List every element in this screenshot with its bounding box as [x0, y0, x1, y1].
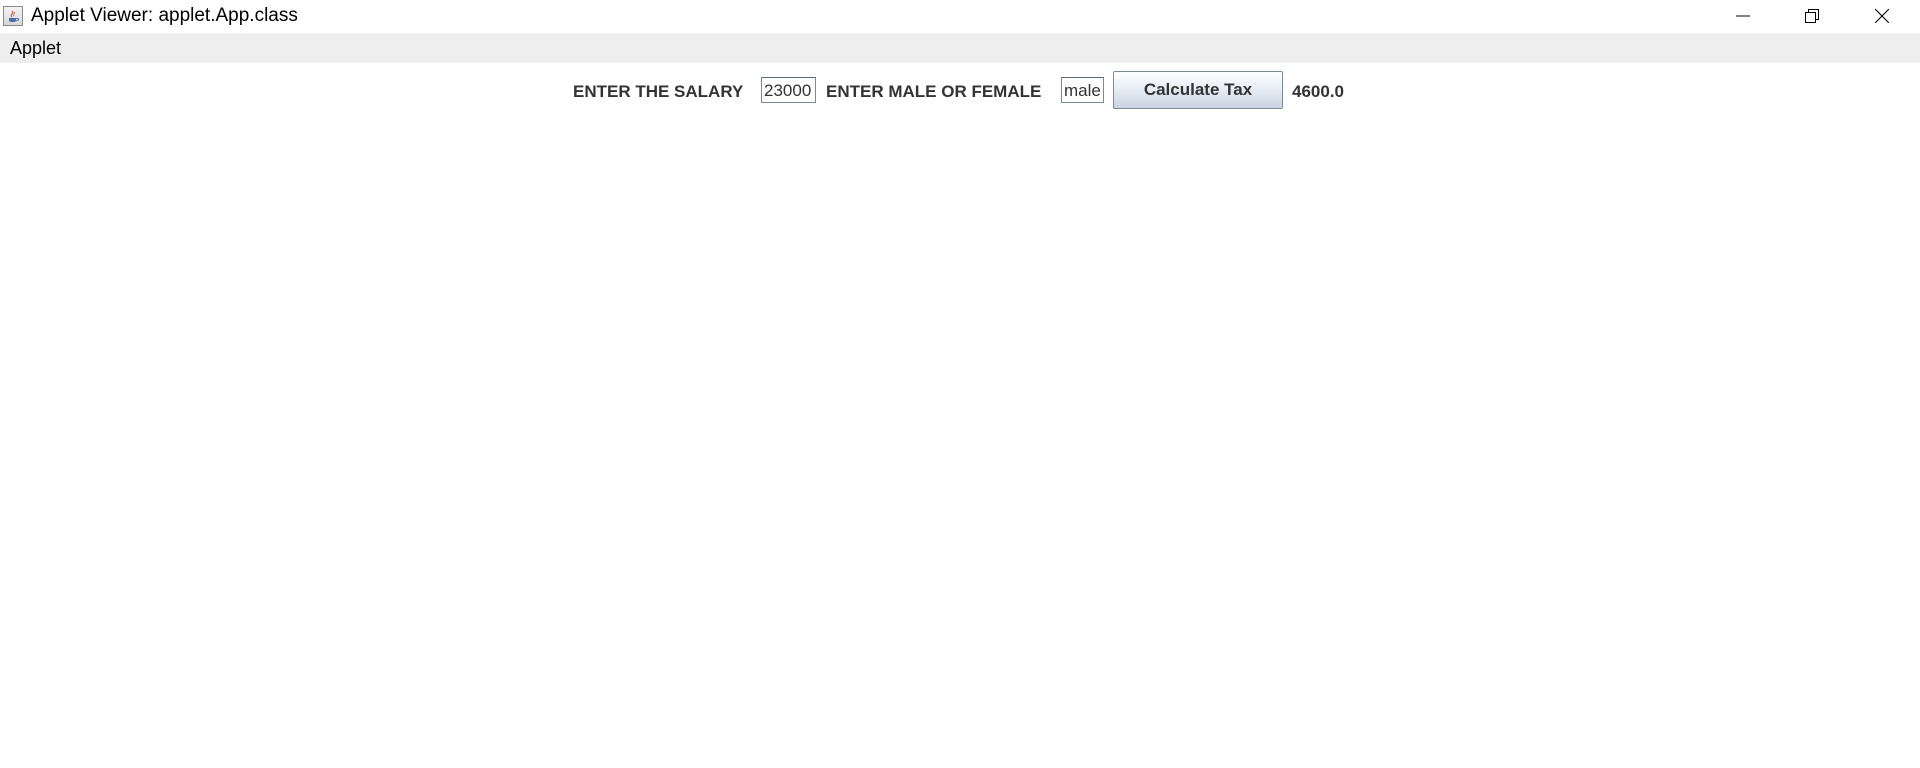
close-button[interactable] [1854, 0, 1910, 33]
tax-result: 4600.0 [1292, 82, 1344, 101]
gender-label: ENTER MALE OR FEMALE [826, 82, 1042, 101]
applet-viewer-window: Applet Viewer: applet.App.class Applet E… [0, 0, 1920, 768]
java-icon[interactable] [3, 6, 23, 26]
maximize-button[interactable] [1784, 0, 1840, 33]
minimize-button[interactable] [1715, 0, 1771, 33]
salary-input[interactable] [761, 77, 816, 103]
menu-bar: Applet [0, 33, 1920, 63]
salary-label: ENTER THE SALARY [573, 82, 744, 101]
title-bar[interactable]: Applet Viewer: applet.App.class [0, 0, 1920, 33]
close-icon [1875, 9, 1889, 23]
menu-applet[interactable]: Applet [10, 38, 61, 59]
restore-icon [1805, 9, 1819, 23]
calculate-tax-button[interactable]: Calculate Tax [1113, 71, 1283, 109]
minimize-icon [1736, 15, 1750, 17]
gender-input[interactable] [1061, 77, 1104, 103]
applet-panel: ENTER THE SALARY ENTER MALE OR FEMALE Ca… [0, 63, 1920, 768]
window-title: Applet Viewer: applet.App.class [31, 5, 298, 26]
